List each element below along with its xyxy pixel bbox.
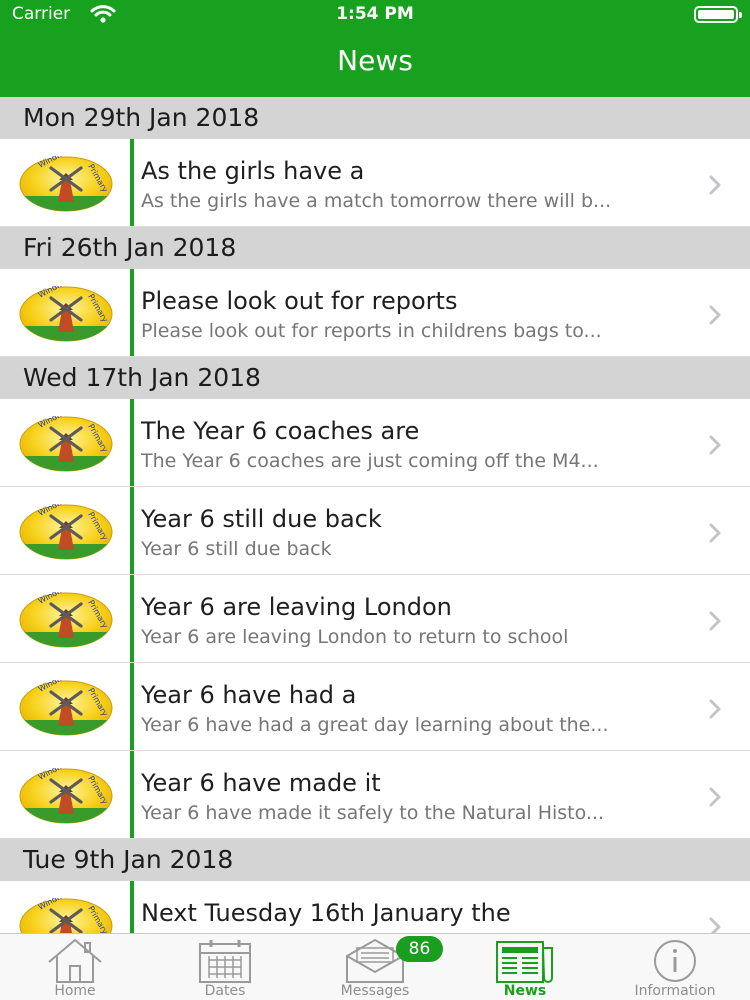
chevron-right-icon xyxy=(709,435,721,455)
news-item[interactable]: Windmill Primary As the girls have a As … xyxy=(0,139,750,227)
tab-dates[interactable]: Dates xyxy=(150,934,300,1000)
tab-messages-label: Messages xyxy=(340,983,410,999)
page-title: News xyxy=(337,44,413,77)
tab-information[interactable]: Information xyxy=(600,934,750,1000)
news-item[interactable]: Windmill Primary Year 6 have made it Yea… xyxy=(0,751,750,839)
school-logo: Windmill Primary xyxy=(19,898,113,933)
chevron-right-icon xyxy=(709,611,721,631)
news-item-title: As the girls have a xyxy=(141,157,365,185)
chevron-right-icon xyxy=(709,787,721,807)
logo-cell: Windmill Primary xyxy=(0,487,130,574)
news-item[interactable]: Windmill Primary Next Tuesday 16th Janua… xyxy=(0,881,750,933)
accent-bar xyxy=(130,575,134,662)
news-item-preview: Year 6 have made it safely to the Natura… xyxy=(141,802,605,824)
calendar-icon xyxy=(199,940,251,983)
school-logo: Windmill Primary xyxy=(19,768,113,824)
chevron-right-icon xyxy=(709,917,721,933)
chevron-right-icon xyxy=(709,305,721,325)
chevron-right-icon xyxy=(709,175,721,195)
tab-information-label: Information xyxy=(634,983,716,999)
logo-cell: Windmill Primary xyxy=(0,139,130,226)
news-item-title: Year 6 have made it xyxy=(141,769,381,797)
tab-news[interactable]: News xyxy=(450,934,600,1000)
news-item[interactable]: Windmill Primary Year 6 still due back Y… xyxy=(0,487,750,575)
tab-bar: Home Dates Messages News Information xyxy=(0,933,750,1000)
status-time: 1:54 PM xyxy=(336,4,414,24)
news-item-preview: Year 6 are leaving London to return to s… xyxy=(141,626,569,648)
news-item-preview: The Year 6 coaches are just coming off t… xyxy=(141,450,599,472)
tab-dates-label: Dates xyxy=(204,983,246,999)
info-icon xyxy=(654,940,696,982)
news-item-preview: Year 6 still due back xyxy=(141,538,332,560)
school-logo: Windmill Primary xyxy=(19,416,113,472)
news-item-preview: As the girls have a match tomorrow there… xyxy=(141,190,612,212)
section-header-date: Fri 26th Jan 2018 xyxy=(0,227,750,269)
news-item-title: Year 6 are leaving London xyxy=(141,593,452,621)
news-item-title: Year 6 have had a xyxy=(141,681,357,709)
news-item[interactable]: Windmill Primary Year 6 are leaving Lond… xyxy=(0,575,750,663)
section-header-date: Mon 29th Jan 2018 xyxy=(0,97,750,139)
news-list[interactable]: Mon 29th Jan 2018 Windmill Primary As th… xyxy=(0,97,750,933)
logo-cell: Windmill Primary xyxy=(0,881,130,933)
logo-cell: Windmill Primary xyxy=(0,399,130,486)
news-item-title: Next Tuesday 16th January the xyxy=(141,899,511,927)
logo-cell: Windmill Primary xyxy=(0,751,130,838)
accent-bar xyxy=(130,881,134,933)
logo-cell: Windmill Primary xyxy=(0,663,130,750)
school-logo: Windmill Primary xyxy=(19,286,113,342)
news-item[interactable]: Windmill Primary The Year 6 coaches are … xyxy=(0,399,750,487)
news-item-preview: Please look out for reports in childrens… xyxy=(141,320,602,342)
tab-home[interactable]: Home xyxy=(0,934,150,1000)
section-header-date: Tue 9th Jan 2018 xyxy=(0,839,750,881)
news-item[interactable]: Windmill Primary Year 6 have had a Year … xyxy=(0,663,750,751)
accent-bar xyxy=(130,663,134,750)
status-bar: Carrier 1:54 PM xyxy=(0,0,750,30)
news-item[interactable]: Windmill Primary Please look out for rep… xyxy=(0,269,750,357)
school-logo: Windmill Primary xyxy=(19,156,113,212)
newspaper-icon xyxy=(496,941,553,983)
news-item-title: Year 6 still due back xyxy=(141,505,382,533)
news-item-preview: Year 6 have had a great day learning abo… xyxy=(141,714,609,736)
school-logo: Windmill Primary xyxy=(19,504,113,560)
tab-news-label: News xyxy=(503,983,547,999)
accent-bar xyxy=(130,487,134,574)
news-item-title: The Year 6 coaches are xyxy=(141,417,420,445)
accent-bar xyxy=(130,399,134,486)
accent-bar xyxy=(130,139,134,226)
chevron-right-icon xyxy=(709,699,721,719)
tab-home-label: Home xyxy=(54,983,96,999)
messages-badge: 86 xyxy=(396,936,443,962)
accent-bar xyxy=(130,269,134,356)
battery-icon xyxy=(694,6,742,23)
navigation-bar: Carrier 1:54 PM News xyxy=(0,0,750,97)
school-logo: Windmill Primary xyxy=(19,680,113,736)
news-item-title: Please look out for reports xyxy=(141,287,458,315)
home-icon xyxy=(48,938,102,983)
logo-cell: Windmill Primary xyxy=(0,269,130,356)
chevron-right-icon xyxy=(709,523,721,543)
accent-bar xyxy=(130,751,134,838)
logo-cell: Windmill Primary xyxy=(0,575,130,662)
section-header-date: Wed 17th Jan 2018 xyxy=(0,357,750,399)
school-logo: Windmill Primary xyxy=(19,592,113,648)
